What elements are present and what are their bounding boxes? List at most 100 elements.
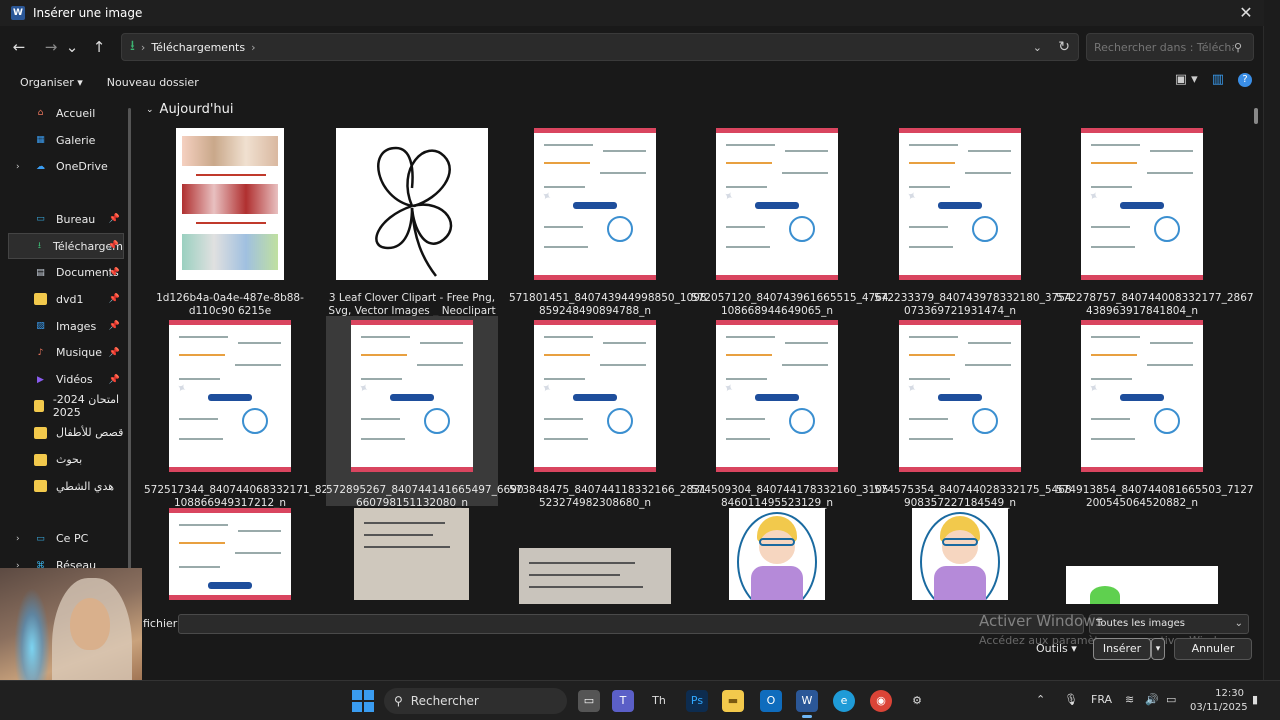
file-tile[interactable]: ✦ 573848475_840744118332166_2831 52327498… xyxy=(509,316,707,509)
sidebar-item[interactable]: ⌂ Accueil xyxy=(8,100,124,127)
address-bar[interactable]: ⭳ › Téléchargements › ⌄ ↻ xyxy=(121,33,1079,61)
sidebar-scrollbar[interactable] xyxy=(128,108,131,596)
up-button[interactable]: ↑ xyxy=(86,34,112,60)
breadcrumb[interactable]: Téléchargements xyxy=(151,41,245,54)
file-tile[interactable]: ✦ 574575354_840744028332175_5468 90835722… xyxy=(874,316,1072,509)
sidebar-item[interactable]: بحوث xyxy=(8,446,124,473)
file-tile[interactable]: 3 Leaf Clover Clipart - Free Png, Svg, V… xyxy=(326,124,498,317)
tools-button[interactable]: Outils ▾ xyxy=(1036,642,1077,655)
file-tile[interactable]: ✦ 572233379_840743978332180_3754 07336972… xyxy=(874,124,1072,317)
chevron-right-icon[interactable]: › xyxy=(16,534,20,544)
insert-options-button[interactable]: ▾ xyxy=(1151,638,1165,660)
preview-pane-icon[interactable]: ▥ xyxy=(1212,72,1224,87)
file-tile[interactable]: ✦ 571801451_840743944998850_1098 85924849… xyxy=(509,124,707,317)
sidebar-item[interactable]: امتحان 2024-2025 xyxy=(8,393,124,420)
file-tile[interactable] xyxy=(1056,508,1228,604)
clock-time: 12:30 xyxy=(1215,688,1244,699)
task-view-icon[interactable]: ▭ xyxy=(578,690,600,712)
chevron-down-icon[interactable]: ⌄ xyxy=(1033,41,1042,54)
cancel-button[interactable]: Annuler xyxy=(1174,638,1252,660)
command-bar: Organiser ▾ Nouveau dossier ▣ ▾ ▥ ? xyxy=(0,70,1264,94)
doc-line xyxy=(1091,162,1138,164)
refresh-icon[interactable]: ↻ xyxy=(1058,39,1070,55)
file-view-scrollbar[interactable] xyxy=(1254,108,1258,124)
teams-icon[interactable]: T xyxy=(612,690,634,712)
help-icon[interactable]: ? xyxy=(1238,72,1252,87)
file-thumbnail xyxy=(519,548,671,604)
forward-button[interactable]: → xyxy=(38,34,64,60)
language-indicator[interactable]: FRA xyxy=(1091,693,1112,706)
doc-line xyxy=(544,378,586,380)
doc-line xyxy=(1091,354,1138,356)
file-tile[interactable]: ✦ 572278757_840744008332177_2867 43896391… xyxy=(1056,124,1254,317)
close-icon[interactable]: ✕ xyxy=(1236,3,1256,23)
file-tile[interactable] xyxy=(509,508,681,604)
file-explorer-icon[interactable]: ▬ xyxy=(722,690,744,712)
doc-line xyxy=(544,336,593,338)
start-button[interactable] xyxy=(352,690,374,712)
wifi-icon[interactable]: ≋ xyxy=(1125,693,1134,706)
word-icon[interactable]: W xyxy=(796,690,818,718)
photoshop-icon[interactable]: Ps xyxy=(686,690,708,712)
sidebar-item[interactable]: هدي الشطي xyxy=(8,473,124,500)
new-folder-button[interactable]: Nouveau dossier xyxy=(107,76,199,89)
insert-button[interactable]: Insérer xyxy=(1093,638,1151,660)
file-tile[interactable]: 1d126b4a-0a4e-487e-8b88-d110c90 6215e xyxy=(144,124,316,317)
chevron-down-icon: ⌄ xyxy=(1234,618,1243,629)
settings-icon[interactable]: ⚙ xyxy=(906,690,928,712)
file-tile[interactable]: ✦ 574509304_840744178332160_3105 84601149… xyxy=(691,316,889,509)
sidebar-item-label: بحوث xyxy=(56,453,83,467)
file-name: 574575354_840744028332175_5468 908357227… xyxy=(874,484,1072,509)
chrome-icon[interactable]: ◉ xyxy=(870,690,892,712)
sidebar-item[interactable]: ▦ Galerie xyxy=(8,127,124,154)
microphone-icon[interactable]: 🎙 xyxy=(1064,693,1078,706)
taskbar-search[interactable]: ⚲ Rechercher xyxy=(384,688,567,714)
doc-line xyxy=(1146,172,1193,174)
title-bar: W Insérer une image ✕ xyxy=(0,0,1264,26)
chevron-up-icon[interactable]: ⌃ xyxy=(1036,693,1045,706)
sidebar-item[interactable]: dvd1 📌 xyxy=(8,286,124,313)
view-icon[interactable]: ▣ ▾ xyxy=(1175,72,1198,87)
chevron-right-icon: › xyxy=(140,40,146,54)
battery-icon[interactable]: ▭ xyxy=(1166,693,1176,706)
file-tile[interactable] xyxy=(874,508,1046,604)
file-tile[interactable]: ✦ 572057120_840743961665515_4764 10866894… xyxy=(691,124,889,317)
sidebar-item[interactable]: ▤ Documents 📌 xyxy=(8,259,124,286)
doc-line xyxy=(420,342,463,344)
recent-locations-button[interactable]: ⌄ xyxy=(64,34,80,60)
file-type-filter[interactable]: Toutes les images ⌄ xyxy=(1089,614,1249,634)
sidebar-item[interactable]: ▨ Images 📌 xyxy=(8,313,124,340)
file-thumbnail: ✦ xyxy=(169,320,291,472)
outlook-icon[interactable]: O xyxy=(760,690,782,712)
wael-documents-badge xyxy=(938,202,982,209)
sidebar-item[interactable]: › ▭ Ce PC xyxy=(8,526,124,553)
sidebar-item[interactable]: › ☁ OneDrive xyxy=(8,153,124,180)
sidebar-item[interactable]: ▶ Vidéos 📌 xyxy=(8,366,124,393)
file-tile[interactable]: ✦ 574913854_840744081665503_7127 20054506… xyxy=(1056,316,1254,509)
document-icon: ▤ xyxy=(36,267,45,278)
file-tile[interactable] xyxy=(144,508,316,604)
search-input[interactable] xyxy=(1094,40,1234,54)
file-tile[interactable]: ✦ 572895267_840744141665497_6690 66079815… xyxy=(326,316,524,509)
doc-line xyxy=(1091,438,1135,440)
file-tile[interactable] xyxy=(691,508,863,604)
back-button[interactable]: ← xyxy=(6,34,32,60)
group-header[interactable]: ⌄ Aujourd'hui xyxy=(146,102,234,117)
chevron-right-icon[interactable]: › xyxy=(16,162,20,172)
sidebar-item[interactable]: ♪ Musique 📌 xyxy=(8,340,124,367)
notification-icon[interactable]: ▮ xyxy=(1252,693,1258,706)
sidebar-item[interactable]: قصص للأطفال xyxy=(8,420,124,447)
text-input-icon[interactable]: Th xyxy=(648,690,670,712)
clock[interactable]: 12:30 03/11/2025 xyxy=(1190,687,1248,715)
file-type-filter-label: Toutes les images xyxy=(1096,618,1186,629)
file-tile[interactable] xyxy=(326,508,498,604)
search-box[interactable]: ⚲ xyxy=(1086,33,1254,61)
doc-line xyxy=(1091,144,1140,146)
file-tile[interactable]: ✦ 572517344_840744068332171_8205 10886694… xyxy=(144,316,342,509)
organize-button[interactable]: Organiser ▾ xyxy=(20,76,83,89)
sidebar-item[interactable]: ▭ Bureau 📌 xyxy=(8,206,124,233)
edge-icon[interactable]: e xyxy=(833,690,855,712)
filename-input[interactable] xyxy=(178,614,1084,634)
sidebar-item[interactable]: ⭳ Téléchargem 📌 xyxy=(8,232,124,260)
volume-icon[interactable]: 🔊 xyxy=(1145,693,1159,706)
